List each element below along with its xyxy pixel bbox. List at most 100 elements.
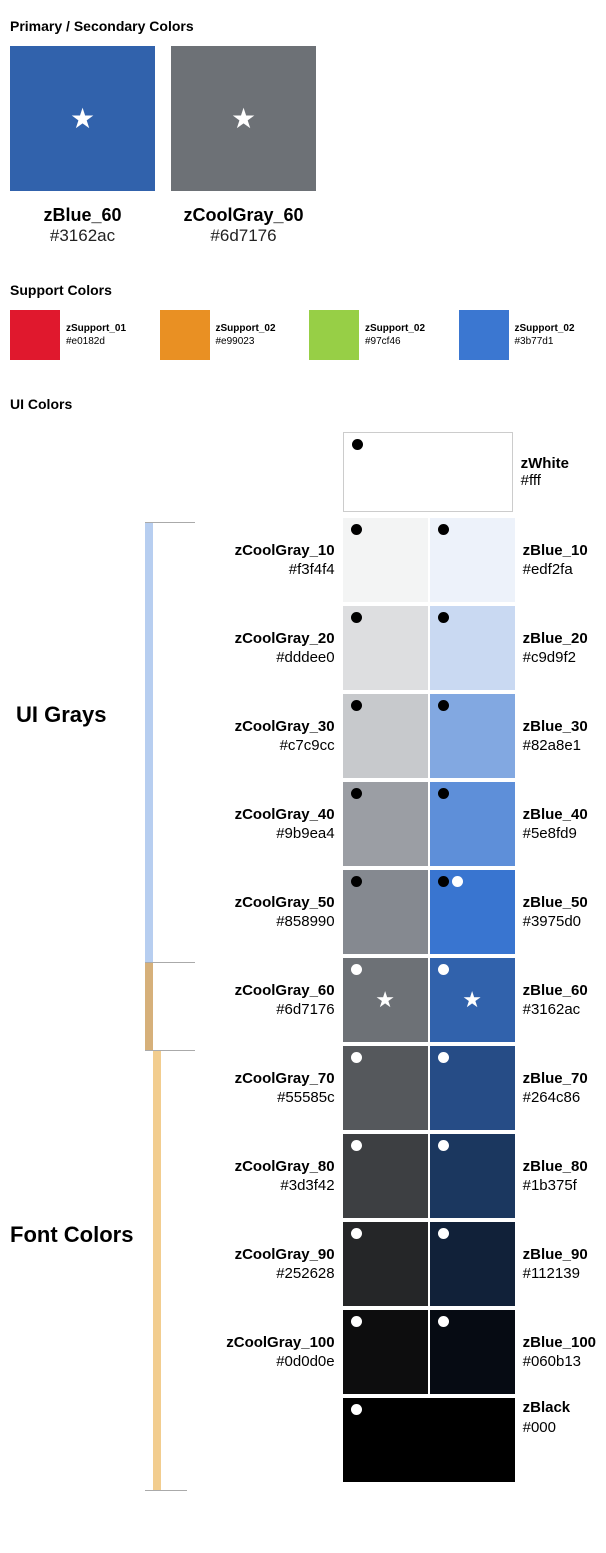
font-colors-label: Font Colors: [10, 1222, 133, 1248]
blue-label: zBlue_60 #3162ac: [523, 981, 588, 1020]
blue-swatch: [430, 870, 515, 954]
gray-swatch: [343, 606, 428, 690]
star-icon: ★: [70, 102, 95, 135]
star-icon: ★: [462, 987, 482, 1013]
contrast-dot-icon: [351, 1140, 362, 1151]
primary-swatch-gray: ★ zCoolGray_60 #6d7176: [171, 46, 316, 246]
contrast-dot-icon: [438, 964, 449, 975]
contrast-dot-icon: [352, 439, 363, 450]
blue-swatch: [430, 1046, 515, 1130]
left-labels-column: UI Grays Font Colors: [10, 432, 145, 1482]
contrast-dot-icon: [438, 1052, 449, 1063]
blue-label: zBlue_90 #112139: [523, 1245, 588, 1284]
gray-label: zCoolGray_80 #3d3f42: [203, 1157, 343, 1196]
support-name: zSupport_02: [365, 322, 425, 335]
blue-label: zBlue_30 #82a8e1: [523, 717, 588, 756]
star-icon: ★: [375, 987, 395, 1013]
primary-name: zBlue_60: [10, 205, 155, 226]
black-swatch: [343, 1398, 515, 1482]
blue-name: zBlue_100: [523, 1333, 596, 1353]
blue-name: zBlue_80: [523, 1157, 588, 1177]
blue-hex: #1b375f: [523, 1176, 588, 1196]
blue-label: zBlue_100 #060b13: [523, 1333, 596, 1372]
gray-swatch: ★: [343, 958, 428, 1042]
support-hex: #e0182d: [66, 335, 126, 348]
primary-color-gray: ★: [171, 46, 316, 191]
gray-name: zCoolGray_50: [203, 893, 335, 913]
contrast-dot-icon: [438, 1316, 449, 1327]
blue-name: zBlue_40: [523, 805, 588, 825]
blue-swatch: [430, 782, 515, 866]
contrast-dot-icon: [438, 788, 449, 799]
tick: [145, 1490, 187, 1491]
support-swatch: zSupport_02 #e99023: [160, 310, 298, 360]
white-name: zWhite: [521, 455, 569, 472]
primary-hex: #3162ac: [10, 226, 155, 246]
gray-hex: #858990: [203, 912, 335, 932]
gray-swatch: [343, 870, 428, 954]
support-swatch: zSupport_02 #3b77d1: [459, 310, 597, 360]
gray-label: zCoolGray_30 #c7c9cc: [203, 717, 343, 756]
primary-swatch-blue: ★ zBlue_60 #3162ac: [10, 46, 155, 246]
blue-label: zBlue_80 #1b375f: [523, 1157, 588, 1196]
gray-label: zCoolGray_10 #f3f4f4: [203, 541, 343, 580]
black-label: zBlack #000: [523, 1398, 571, 1482]
gray-hex: #f3f4f4: [203, 560, 335, 580]
ui-colors-wrap: UI Grays Font Colors zWhite #fff zCoolGr…: [10, 432, 596, 1482]
scale-row: zCoolGray_40 #9b9ea4 zBlue_40 #5e8fd9: [203, 780, 596, 868]
gray-label: zCoolGray_90 #252628: [203, 1245, 343, 1284]
gray-swatch: [343, 1134, 428, 1218]
gray-hex: #252628: [203, 1264, 335, 1284]
tick: [145, 522, 195, 523]
white-row: zWhite #fff: [343, 432, 596, 512]
white-label: zWhite #fff: [521, 455, 569, 489]
gray-hex: #dddee0: [203, 648, 335, 668]
scale-row: zCoolGray_60 #6d7176 ★ ★ zBlue_60 #3162a…: [203, 956, 596, 1044]
gray-hex: #6d7176: [203, 1000, 335, 1020]
ui-section-title: UI Colors: [10, 396, 596, 412]
black-hex: #000: [523, 1418, 571, 1438]
gray-name: zCoolGray_30: [203, 717, 335, 737]
primary-hex: #6d7176: [171, 226, 316, 246]
scale-row: zCoolGray_10 #f3f4f4 zBlue_10 #edf2fa: [203, 516, 596, 604]
gray-hex: #0d0d0e: [203, 1352, 335, 1372]
gray-name: zCoolGray_100: [203, 1333, 335, 1353]
support-swatch: zSupport_01 #e0182d: [10, 310, 148, 360]
blue-swatch: [430, 1310, 515, 1394]
white-swatch: [343, 432, 513, 512]
contrast-dot-icon: [351, 1228, 362, 1239]
gray-name: zCoolGray_70: [203, 1069, 335, 1089]
scale-row: zCoolGray_100 #0d0d0e zBlue_100 #060b13: [203, 1308, 596, 1396]
blue-hex: #82a8e1: [523, 736, 588, 756]
contrast-dot-icon: [438, 876, 449, 887]
gray-name: zCoolGray_20: [203, 629, 335, 649]
support-name: zSupport_02: [216, 322, 276, 335]
swatch-grid: zWhite #fff zCoolGray_10 #f3f4f4 zBlue_1…: [203, 432, 596, 1482]
blue-swatch: [430, 1134, 515, 1218]
ui-grays-label: UI Grays: [16, 702, 107, 728]
scale-row: zCoolGray_20 #dddee0 zBlue_20 #c9d9f2: [203, 604, 596, 692]
blue-hex: #3162ac: [523, 1000, 588, 1020]
black-name: zBlack: [523, 1398, 571, 1418]
contrast-dot-icon: [351, 876, 362, 887]
gray-name: zCoolGray_80: [203, 1157, 335, 1177]
blue-name: zBlue_60: [523, 981, 588, 1001]
font-colors-bar: [153, 1050, 161, 1490]
blue-swatch: ★: [430, 958, 515, 1042]
blue-label: zBlue_10 #edf2fa: [523, 541, 588, 580]
contrast-dot-icon: [351, 1316, 362, 1327]
gray-label: zCoolGray_100 #0d0d0e: [203, 1333, 343, 1372]
blue-label: zBlue_70 #264c86: [523, 1069, 588, 1108]
support-name: zSupport_01: [66, 322, 126, 335]
mid-bar: [145, 962, 153, 1050]
scale-row: zCoolGray_30 #c7c9cc zBlue_30 #82a8e1: [203, 692, 596, 780]
scale-row: zCoolGray_80 #3d3f42 zBlue_80 #1b375f: [203, 1132, 596, 1220]
contrast-dot-icon: [351, 1404, 362, 1415]
blue-label: zBlue_40 #5e8fd9: [523, 805, 588, 844]
gray-swatch: [343, 518, 428, 602]
contrast-dot-icon: [438, 524, 449, 535]
contrast-dot-icon: [351, 700, 362, 711]
gray-name: zCoolGray_40: [203, 805, 335, 825]
blue-hex: #112139: [523, 1264, 588, 1284]
primary-section-title: Primary / Secondary Colors: [10, 18, 596, 34]
